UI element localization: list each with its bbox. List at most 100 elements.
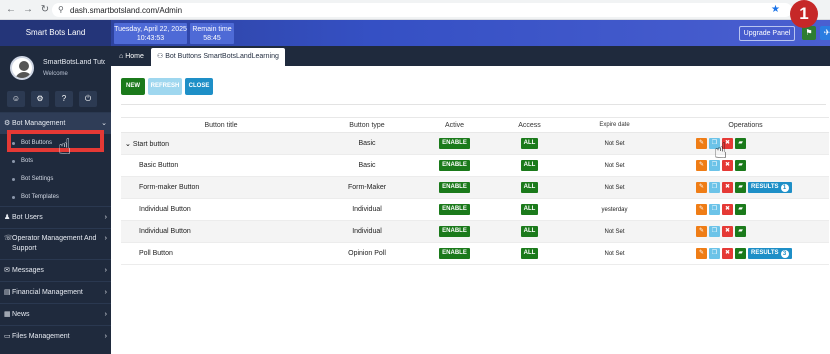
help-icon[interactable]: ? (55, 91, 73, 107)
edit-icon[interactable]: ✎ (696, 160, 707, 171)
enable-badge[interactable]: ENABLE (439, 226, 470, 237)
reload-icon[interactable]: ↻ (39, 4, 51, 16)
address-bar[interactable]: ⚲ dash.smartbotsland.com/Admin ★ (52, 3, 792, 17)
access-badge[interactable]: ALL (520, 226, 539, 237)
avatar[interactable] (10, 56, 34, 80)
cell-type: Basic (317, 132, 417, 155)
news-icon: ▦ (4, 311, 11, 318)
delete-icon[interactable]: ✖ (722, 182, 733, 193)
comment-icon[interactable]: ▰ (735, 182, 746, 193)
site-info-icon[interactable]: ⚲ (58, 5, 64, 14)
tab-bot-buttons[interactable]: ⚇ Bot Buttons SmartBotsLandLearning (151, 48, 285, 66)
sidebar-subitem-bot-settings[interactable]: Bot Settings (0, 170, 111, 188)
telegram-icon[interactable]: ✈ (820, 26, 830, 40)
access-badge[interactable]: ALL (520, 160, 539, 171)
cell-title: Form-maker Button (121, 176, 317, 199)
table-row: Form-maker Button Form-Maker ENABLE ALL Not … (121, 176, 829, 199)
sidebar-item-label: Financial Management (12, 289, 83, 296)
enable-badge[interactable]: ENABLE (439, 182, 470, 193)
highlight-box (7, 130, 104, 152)
sidebar-item-files-management[interactable]: ▭ Files Management › (0, 325, 111, 347)
delete-icon[interactable]: ✖ (722, 248, 733, 259)
edit-icon[interactable]: ✎ (696, 248, 707, 259)
table-row: Poll Button Opinion Poll ENABLE ALL Not Set ✎… (121, 242, 829, 265)
forward-icon[interactable]: → (22, 4, 34, 16)
cell-access: ALL (492, 132, 567, 155)
delete-icon[interactable]: ✖ (722, 204, 733, 215)
power-icon[interactable]: ⏻ (79, 91, 97, 107)
table-row: Individual Button Individual ENABLE ALL Not … (121, 220, 829, 243)
sidebar-subitem-bots[interactable]: Bots (0, 152, 111, 170)
sidebar-item-label: Bot Management (12, 120, 66, 127)
notification-icon[interactable]: ⚑ (802, 26, 816, 40)
folder-icon: ▭ (4, 333, 11, 340)
cell-access: ALL (492, 176, 567, 199)
brand-title: Smart Bots Land (0, 20, 111, 46)
comment-icon[interactable]: ▰ (735, 248, 746, 259)
back-icon[interactable]: ← (5, 4, 17, 16)
sidebar-item-news[interactable]: ▦ News › (0, 303, 111, 325)
robot-icon: ⚇ (157, 53, 164, 60)
cell-expire: Not Set (567, 132, 662, 155)
table-header-row: Button title Button type Active Access E… (121, 117, 829, 133)
copy-icon[interactable]: ❐ (709, 182, 720, 193)
user-icon: ♟ (4, 214, 11, 221)
upgrade-panel-button[interactable]: Upgrade Panel (739, 26, 795, 41)
access-badge[interactable]: ALL (520, 138, 539, 149)
date-time-box: Tuesday, April 22, 2025 10:43:53 (114, 23, 187, 44)
edit-icon[interactable]: ✎ (696, 138, 707, 149)
edit-icon[interactable]: ✎ (696, 182, 707, 193)
close-button[interactable]: CLOSE (185, 78, 213, 95)
cell-active: ENABLE (417, 132, 492, 155)
new-button[interactable]: NEW (121, 78, 145, 95)
copy-icon[interactable]: ❐ (709, 204, 720, 215)
cell-expire: yesterday (567, 198, 662, 221)
enable-badge[interactable]: ENABLE (439, 248, 470, 259)
access-badge[interactable]: ALL (520, 182, 539, 193)
sidebar-item-operator-management[interactable]: ☏ Operator Management And Support › (0, 228, 111, 259)
results-label: RESULTS (751, 250, 779, 256)
home-icon: ⌂ (119, 53, 124, 60)
copy-icon[interactable]: ❐ (709, 248, 720, 259)
bookmark-star-icon[interactable]: ★ (771, 4, 780, 15)
edit-icon[interactable]: ✎ (696, 204, 707, 215)
refresh-button[interactable]: REFRESH (148, 78, 182, 95)
access-badge[interactable]: ALL (520, 204, 539, 215)
results-button[interactable]: RESULTS 3 (748, 248, 792, 259)
cell-operations: ✎ ❐ ✖ ▰ (662, 154, 829, 177)
date-text: Tuesday, April 22, 2025 (114, 26, 187, 33)
cell-type: Individual (317, 198, 417, 221)
enable-badge[interactable]: ENABLE (439, 160, 470, 171)
cell-expire: Not Set (567, 242, 662, 265)
button-title: Form-maker Button (139, 184, 200, 191)
tab-home[interactable]: ⌂ Home (113, 48, 150, 66)
pointer-hand-icon: ☝ (58, 134, 72, 159)
comment-icon[interactable]: ▰ (735, 160, 746, 171)
header-expire-date: Expire date (567, 117, 662, 133)
expire-date: Not Set (604, 250, 625, 257)
sidebar-item-financial-management[interactable]: ▤ Financial Management › (0, 281, 111, 303)
cell-expire: Not Set (567, 176, 662, 199)
profile-icon[interactable]: ☺ (7, 91, 25, 107)
comment-icon[interactable]: ▰ (735, 226, 746, 237)
delete-icon[interactable]: ✖ (722, 226, 733, 237)
caret-down-icon[interactable]: ⌄ (125, 141, 133, 148)
sidebar-item-messages[interactable]: ✉ Messages › (0, 259, 111, 281)
settings-icon[interactable]: ⚙ (31, 91, 49, 107)
comment-icon[interactable]: ▰ (735, 138, 746, 149)
chevron-right-icon: › (104, 333, 107, 340)
sidebar-item-bot-users[interactable]: ♟ Bot Users › (0, 206, 111, 228)
copy-icon[interactable]: ❐ (709, 226, 720, 237)
enable-badge[interactable]: ENABLE (439, 204, 470, 215)
tab-label: Home (125, 53, 144, 60)
results-button[interactable]: RESULTS 1 (748, 182, 792, 193)
button-title: Individual Button (139, 228, 191, 235)
sidebar-subitem-bot-templates[interactable]: Bot Templates (0, 188, 111, 206)
sidebar-item-label: Messages (12, 267, 44, 274)
edit-icon[interactable]: ✎ (696, 226, 707, 237)
access-badge[interactable]: ALL (520, 248, 539, 259)
browser-toolbar: ← → ↻ ⚲ dash.smartbotsland.com/Admin ★ (0, 0, 830, 20)
enable-badge[interactable]: ENABLE (439, 138, 470, 149)
cell-active: ENABLE (417, 198, 492, 221)
comment-icon[interactable]: ▰ (735, 204, 746, 215)
